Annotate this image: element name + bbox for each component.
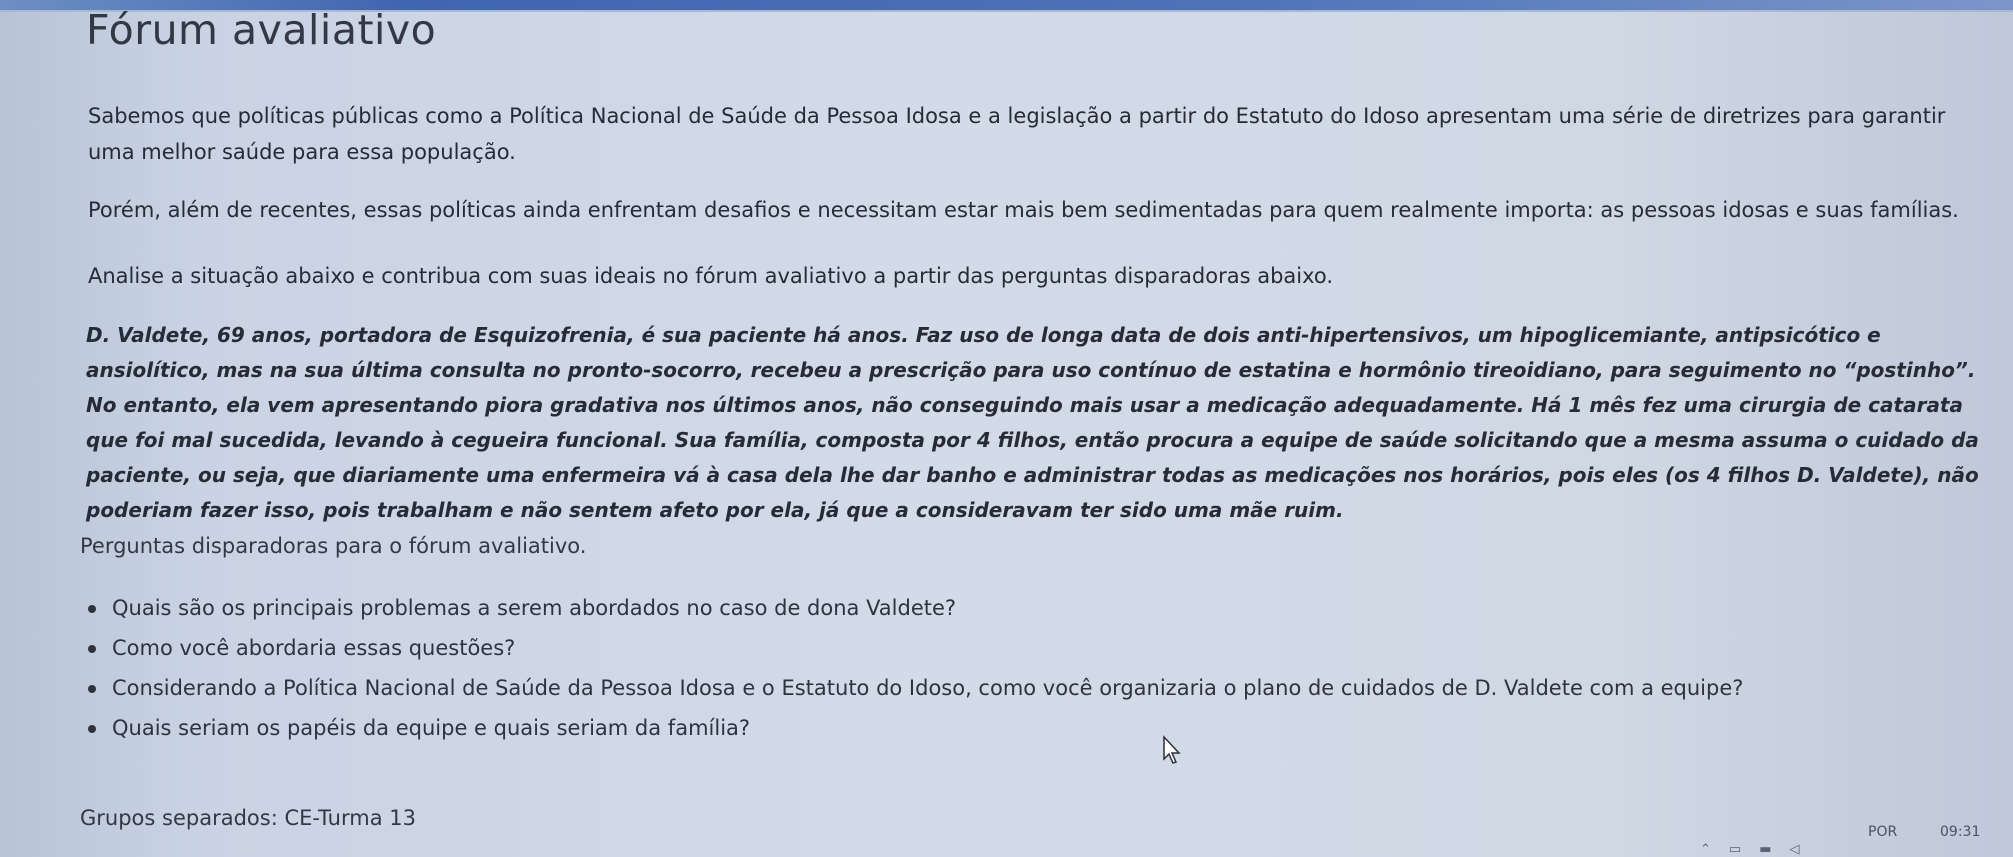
battery-icon[interactable]: ▬ — [1759, 842, 1771, 857]
question-item: Considerando a Política Nacional de Saúd… — [84, 668, 1743, 708]
taskbar-clock[interactable]: 09:31 — [1940, 824, 1980, 840]
system-tray: ⌃ ▭ ▬ ◁ POR 09:31 — [1700, 822, 2013, 857]
forum-content: Fórum avaliativo Sabemos que políticas p… — [0, 0, 2013, 857]
network-icon[interactable]: ▭ — [1729, 842, 1741, 857]
questions-list: Quais são os principais problemas a sere… — [84, 588, 1743, 748]
groups-selector-label[interactable]: Grupos separados: CE-Turma 13 — [80, 806, 416, 830]
page-title: Fórum avaliativo — [86, 6, 437, 54]
intro-paragraph-3: Analise a situação abaixo e contribua co… — [88, 264, 1334, 288]
question-item: Quais seriam os papéis da equipe e quais… — [84, 708, 1743, 748]
chevron-up-icon[interactable]: ⌃ — [1700, 842, 1711, 857]
intro-paragraph-2: Porém, além de recentes, essas políticas… — [88, 198, 1959, 222]
volume-icon[interactable]: ◁ — [1790, 842, 1800, 857]
case-description: D. Valdete, 69 anos, portadora de Esquiz… — [86, 323, 1979, 522]
question-item: Como você abordaria essas questões? — [84, 628, 1743, 668]
questions-heading: Perguntas disparadoras para o fórum aval… — [80, 534, 587, 558]
tray-icons: ⌃ ▭ ▬ ◁ — [1700, 837, 1800, 857]
language-indicator[interactable]: POR — [1868, 824, 1897, 840]
mouse-cursor-icon — [1163, 735, 1181, 764]
intro-paragraph-1: Sabemos que políticas públicas como a Po… — [88, 104, 1946, 164]
question-item: Quais são os principais problemas a sere… — [84, 588, 1743, 628]
